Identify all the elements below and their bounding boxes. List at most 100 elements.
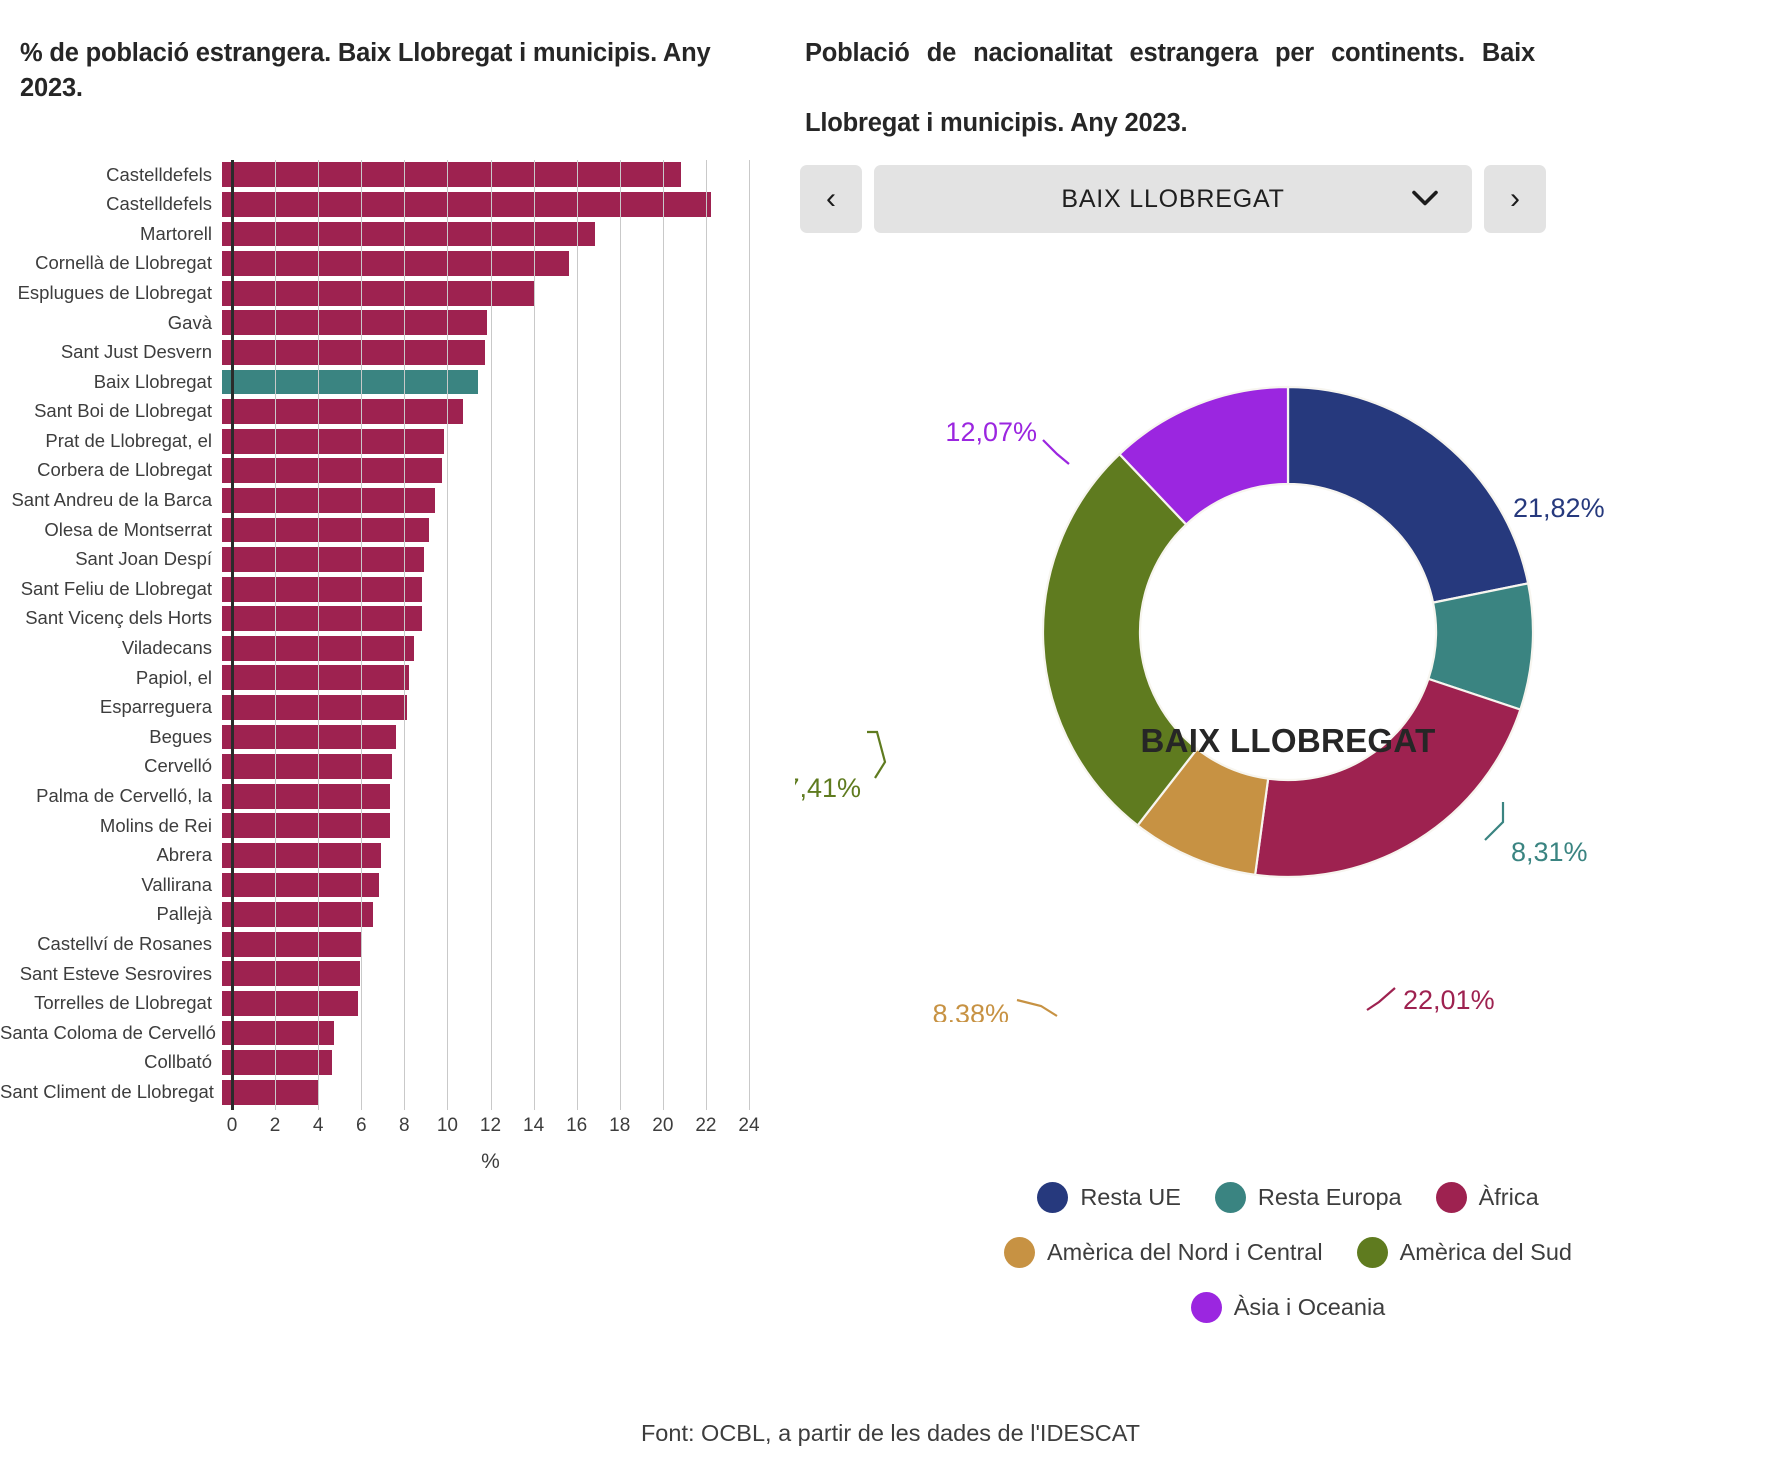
- bar-chart-row: Sant Feliu de Llobregat: [0, 574, 790, 604]
- bar-chart-row: Pallejà: [0, 900, 790, 930]
- legend-color-swatch: [1435, 1182, 1467, 1213]
- bar-chart-row: Begues: [0, 722, 790, 752]
- bar-chart-row: Esparreguera: [0, 693, 790, 723]
- x-axis-tick-label: 0: [226, 1115, 238, 1136]
- bar[interactable]: [222, 221, 595, 247]
- legend-row: Àsia i Oceania: [795, 1292, 1781, 1323]
- bar-chart-row: Castelldefels: [0, 160, 790, 190]
- bar[interactable]: [222, 280, 535, 306]
- bar[interactable]: [222, 547, 425, 572]
- legend-item[interactable]: Àsia i Oceania: [1190, 1292, 1385, 1323]
- bar-track: [222, 160, 739, 190]
- bar-category-label: Begues: [149, 725, 212, 747]
- bar[interactable]: [222, 1050, 332, 1075]
- bar[interactable]: [222, 665, 410, 691]
- legend-row: Amèrica del Nord i Central Amèrica del Su…: [795, 1237, 1781, 1268]
- bar-track: [222, 841, 739, 871]
- x-axis-tick-label: 2: [269, 1115, 281, 1136]
- donut-leader-line: [1016, 998, 1058, 1017]
- donut-value-label: 8,31%: [1511, 837, 1588, 867]
- legend-label: Amèrica del Nord i Central: [1047, 1239, 1323, 1265]
- legend-row: Resta UE Resta Europa Àfrica: [795, 1182, 1781, 1213]
- bar[interactable]: [222, 843, 382, 868]
- bar[interactable]: [222, 872, 380, 898]
- bar-chart-row: Abrera: [0, 841, 790, 871]
- bar-category-label: Olesa de Montserrat: [44, 518, 212, 540]
- bar[interactable]: [222, 369, 479, 395]
- bar[interactable]: [222, 902, 373, 928]
- bar-category-label: Viladecans: [121, 637, 212, 659]
- next-territory-button[interactable]: ›: [1484, 165, 1546, 233]
- bar[interactable]: [222, 1079, 319, 1105]
- legend-color-swatch: [1190, 1292, 1222, 1323]
- bar-chart-row: Sant Andreu de la Barca: [0, 486, 790, 516]
- bar[interactable]: [222, 339, 485, 365]
- bar[interactable]: [222, 399, 464, 424]
- bar-track: [222, 426, 739, 456]
- bar-track: [222, 752, 739, 782]
- legend-item[interactable]: Resta UE: [1037, 1182, 1181, 1213]
- bar-chart-row: Cornellà de Llobregat: [0, 249, 790, 279]
- bar-chart-row: Prat de Llobregat, el: [0, 426, 790, 456]
- bar[interactable]: [222, 695, 408, 720]
- x-axis-tick-label: 24: [738, 1115, 760, 1136]
- source-note: Font: OCBL, a partir de les dades de l'I…: [640, 1420, 1141, 1446]
- legend-item[interactable]: Resta Europa: [1214, 1182, 1402, 1213]
- bar-category-label: Pallejà: [156, 903, 212, 925]
- infographic-page: % de població estrangera. Baix Llobregat…: [0, 0, 1781, 1478]
- previous-territory-button[interactable]: ‹: [800, 165, 862, 233]
- bar-track: [222, 574, 739, 604]
- bar[interactable]: [222, 931, 363, 957]
- legend-item[interactable]: Àfrica: [1435, 1182, 1539, 1213]
- bar[interactable]: [222, 1020, 335, 1046]
- bar-track: [222, 545, 739, 575]
- bar[interactable]: [222, 162, 681, 188]
- bar[interactable]: [222, 517, 429, 543]
- bar-chart-row: Corbera de Llobregat: [0, 456, 790, 486]
- bar-category-label: Castellví de Rosanes: [37, 932, 212, 954]
- donut-slice[interactable]: [1253, 677, 1522, 879]
- bar-category-label: Cervelló: [144, 755, 212, 777]
- bar[interactable]: [222, 428, 444, 454]
- bar[interactable]: [222, 487, 436, 513]
- territory-dropdown[interactable]: BAIX LLOBREGAT: [874, 165, 1472, 233]
- legend-item[interactable]: Amèrica del Sud: [1356, 1237, 1572, 1268]
- bar-category-label: Prat de Llobregat, el: [45, 429, 212, 451]
- bar-track: [222, 1048, 739, 1078]
- bar[interactable]: [222, 458, 442, 484]
- x-axis-tick-label: 4: [312, 1115, 324, 1136]
- bar-category-label: Abrera: [156, 844, 212, 866]
- bar-track: [222, 456, 739, 486]
- bar[interactable]: [222, 606, 423, 632]
- bar[interactable]: [222, 991, 358, 1016]
- x-axis-tick-label: 12: [479, 1115, 502, 1136]
- bar[interactable]: [222, 754, 393, 780]
- bar-track: [222, 397, 739, 427]
- bar[interactable]: [222, 724, 397, 750]
- bar[interactable]: [222, 813, 391, 839]
- bar[interactable]: [222, 251, 569, 276]
- bar-category-label: Martorell: [140, 222, 212, 244]
- bar-chart-row: Vallirana: [0, 870, 790, 900]
- x-axis-tick-label: 14: [523, 1115, 545, 1136]
- bar-track: [222, 604, 739, 634]
- bar[interactable]: [222, 783, 391, 809]
- bar[interactable]: [222, 635, 414, 661]
- bar-category-label: Castelldefels: [106, 163, 212, 185]
- donut-value-label: 21,82%: [1513, 493, 1605, 523]
- donut-slice[interactable]: [1286, 385, 1530, 604]
- bar-category-label: Sant Esteve Sesrovires: [19, 962, 212, 984]
- legend-item[interactable]: Amèrica del Nord i Central: [1004, 1237, 1323, 1268]
- bar-chart-row: Sant Esteve Sesrovires: [0, 959, 790, 989]
- legend-color-swatch: [1214, 1182, 1246, 1213]
- bar-track: [222, 1077, 739, 1107]
- bar[interactable]: [222, 310, 487, 336]
- bar[interactable]: [222, 191, 711, 217]
- bar[interactable]: [222, 961, 360, 987]
- page-title-right-line1: Població de nacionalitat estrangera per …: [805, 39, 1535, 67]
- bar[interactable]: [222, 576, 423, 602]
- bar-category-label: Sant Andreu de la Barca: [11, 489, 212, 511]
- bar-track: [222, 367, 739, 397]
- bar-category-label: Esparreguera: [99, 696, 212, 718]
- donut-value-label: 12,07%: [945, 417, 1037, 447]
